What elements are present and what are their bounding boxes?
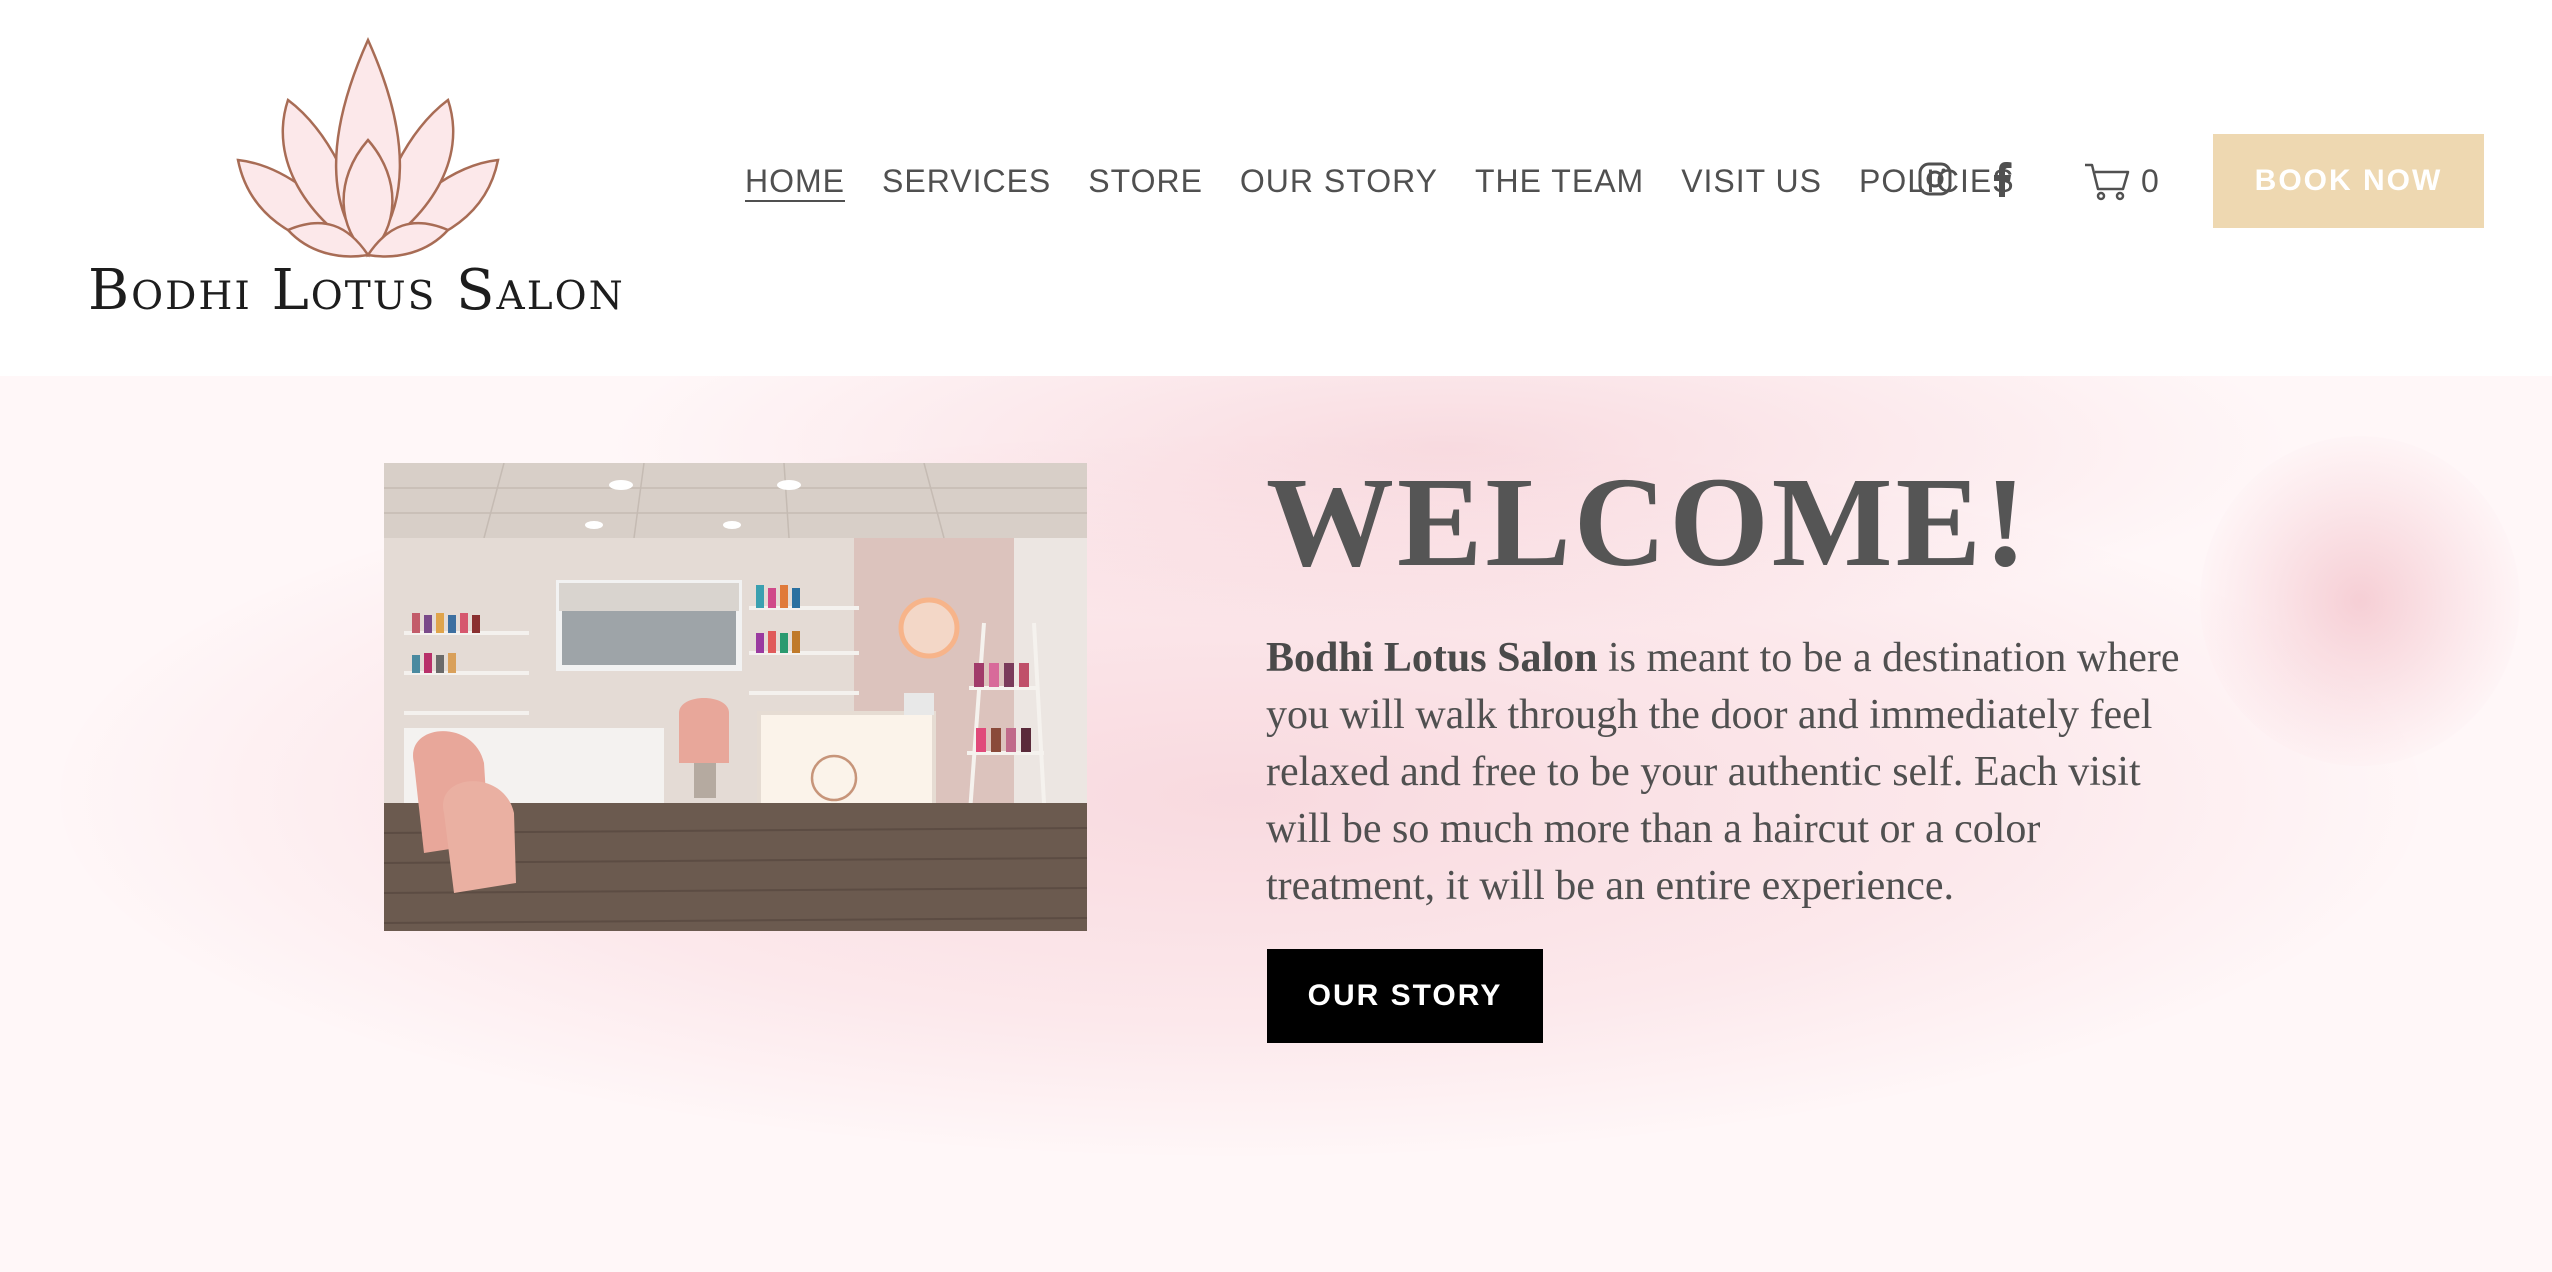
brand-name: Bodhi Lotus Salon <box>88 258 625 323</box>
site-header: Bodhi Lotus Salon HOME SERVICES STORE OU… <box>0 0 2552 376</box>
instagram-icon[interactable] <box>1917 161 1953 202</box>
cart-link[interactable]: 0 <box>2083 160 2159 202</box>
site-logo[interactable]: Bodhi Lotus Salon <box>88 30 648 340</box>
cart-count: 0 <box>2141 162 2159 199</box>
hero-title: WELCOME! <box>1266 451 2030 593</box>
social-links <box>1917 160 2013 202</box>
cart-icon <box>2085 163 2130 201</box>
hero-intro-brand: Bodhi Lotus Salon <box>1266 635 1598 681</box>
nav-item-services[interactable]: SERVICES <box>882 163 1051 200</box>
facebook-icon[interactable] <box>1991 161 2013 202</box>
nav-item-home[interactable]: HOME <box>745 163 845 200</box>
our-story-button[interactable]: OUR STORY <box>1267 949 1543 1043</box>
nav-item-visit-us[interactable]: VISIT US <box>1681 163 1822 200</box>
lotus-icon <box>236 36 500 258</box>
nav-item-our-story[interactable]: OUR STORY <box>1240 163 1438 200</box>
main-nav: HOME SERVICES STORE OUR STORY THE TEAM V… <box>745 160 2015 202</box>
nav-item-the-team[interactable]: THE TEAM <box>1475 163 1644 200</box>
nav-item-store[interactable]: STORE <box>1088 163 1203 200</box>
hero-intro: Bodhi Lotus Salon is meant to be a desti… <box>1266 630 2206 915</box>
salon-interior-photo <box>384 463 1087 931</box>
hero-section: WELCOME! Bodhi Lotus Salon is meant to b… <box>0 376 2552 1272</box>
book-now-button[interactable]: BOOK NOW <box>2213 134 2484 228</box>
welcome-block: WELCOME! Bodhi Lotus Salon is meant to b… <box>1266 458 2206 915</box>
